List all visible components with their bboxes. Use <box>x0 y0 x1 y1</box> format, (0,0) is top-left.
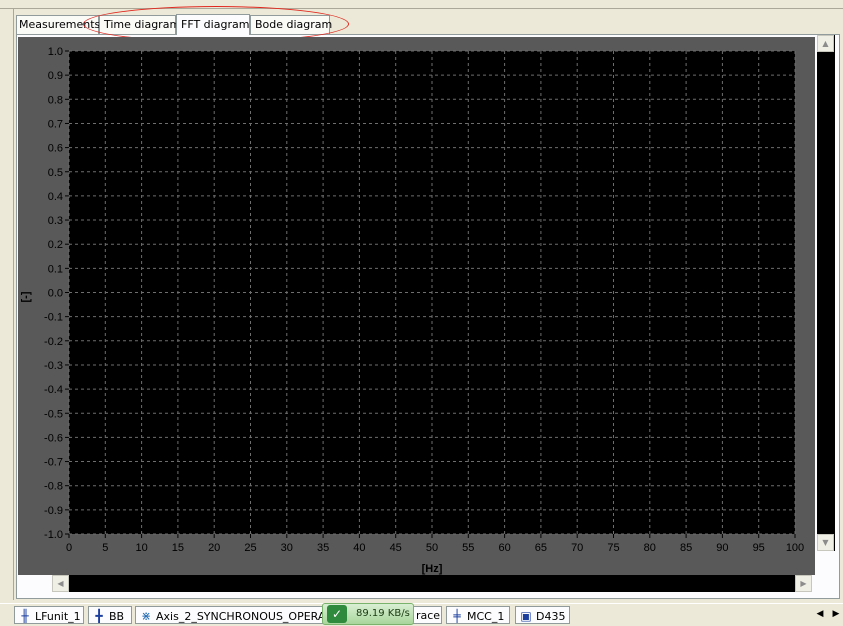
y-tick-label: -0.1 <box>44 312 63 324</box>
plus-bar-icon: ╋ <box>95 609 103 623</box>
y-tick-label: 0.6 <box>48 143 63 155</box>
x-tick-label: 90 <box>716 542 728 554</box>
y-tick-label: 1.0 <box>48 46 63 58</box>
x-tick-label: 0 <box>66 542 72 554</box>
fft-chart: 1.0 0.9 0.8 0.7 0.6 0.5 0.4 0.3 0.2 0.1 0.0 -0.1 -0.… <box>18 37 815 575</box>
scroll-up-icon[interactable]: ▲ <box>817 35 834 52</box>
vertical-scroll-track[interactable] <box>817 52 835 534</box>
x-tick-label: 50 <box>426 542 438 554</box>
x-tick-label: 70 <box>571 542 583 554</box>
axis-icon: ⋇ <box>140 609 152 623</box>
taskbar-item-mcc[interactable]: ╪ MCC_1 <box>446 606 510 624</box>
x-tick-label: 60 <box>498 542 510 554</box>
taskbar-item-trace[interactable]: race <box>412 606 442 624</box>
y-tick-label: 0.7 <box>48 118 63 130</box>
taskbar-prev-icon[interactable]: ◀ <box>813 606 827 622</box>
y-tick-label: 0.1 <box>48 263 63 275</box>
x-tick-label: 95 <box>753 542 765 554</box>
x-tick-label: 10 <box>135 542 147 554</box>
tab-fft-diagram[interactable]: FFT diagram <box>176 14 250 35</box>
scroll-right-icon[interactable]: ▶ <box>795 575 812 592</box>
x-tick-label: 55 <box>462 542 474 554</box>
taskbar-next-icon[interactable]: ▶ <box>829 606 843 622</box>
x-tick-label: 30 <box>281 542 293 554</box>
x-tick-label: 75 <box>607 542 619 554</box>
y-tick-label: -0.8 <box>44 481 63 493</box>
x-tick-label: 15 <box>172 542 184 554</box>
y-tick-label: -0.2 <box>44 336 63 348</box>
y-tick-label: -0.4 <box>44 384 63 396</box>
y-tick-label: -1.0 <box>44 529 63 541</box>
taskbar-item-axis[interactable]: ⋇ Axis_2_SYNCHRONOUS_OPERA <box>135 606 330 624</box>
scroll-left-icon[interactable]: ◀ <box>52 575 69 592</box>
y-tick-label: -0.7 <box>44 457 63 469</box>
window-taskbar: ╫ LFunit_1 ╋ BB ⋇ Axis_2_SYNCHRONOUS_OPERA … <box>0 603 843 626</box>
network-speed-text: 89.19 KB/s <box>356 608 410 619</box>
vertical-scrollbar[interactable]: ▲ ▼ <box>817 35 835 551</box>
tab-measurements[interactable]: Measurements <box>16 15 100 34</box>
y-tick-label: 0.0 <box>48 288 63 300</box>
scroll-down-icon[interactable]: ▼ <box>817 534 834 551</box>
y-tick-label: 0.8 <box>48 94 63 106</box>
x-tick-label: 85 <box>680 542 692 554</box>
taskbar-item-lfunit[interactable]: ╫ LFunit_1 <box>14 606 84 624</box>
y-tick-label: 0.2 <box>48 239 63 251</box>
x-tick-label: 65 <box>535 542 547 554</box>
tab-time-diagram[interactable]: Time diagram <box>99 15 180 34</box>
x-axis-label: [Hz] <box>422 563 443 575</box>
y-tick-label: 0.5 <box>48 167 63 179</box>
y-tick-label: 0.4 <box>48 191 63 203</box>
x-tick-label: 45 <box>390 542 402 554</box>
network-speed-overlay: ✓ 89.19 KB/s <box>322 603 414 625</box>
tab-bode-diagram[interactable]: Bode diagram <box>250 15 332 34</box>
y-axis-label: [-] <box>20 291 32 302</box>
network-leaf-icon: ✓ <box>327 605 347 623</box>
x-tick-label: 100 <box>786 542 804 554</box>
taskbar-item-d435[interactable]: ▣ D435 <box>515 606 570 624</box>
y-tick-label: -0.6 <box>44 432 63 444</box>
grid-lines <box>68 50 796 535</box>
x-tick-label: 5 <box>102 542 108 554</box>
y-tick-label: -0.5 <box>44 408 63 420</box>
drive-unit-icon: ╫ <box>21 609 29 623</box>
taskbar-item-bb[interactable]: ╋ BB <box>88 606 132 624</box>
x-tick-label: 40 <box>353 542 365 554</box>
x-tick-label: 80 <box>644 542 656 554</box>
y-tick-label: -0.3 <box>44 360 63 372</box>
device-icon: ▣ <box>520 609 532 623</box>
y-tick-label: 0.9 <box>48 70 63 82</box>
mcc-icon: ╪ <box>453 609 461 623</box>
y-tick-label: 0.3 <box>48 215 63 227</box>
x-tick-label: 25 <box>244 542 256 554</box>
x-tick-label: 20 <box>208 542 220 554</box>
y-tick-label: -0.9 <box>44 505 63 517</box>
horizontal-scrollbar[interactable]: ◀ ▶ <box>52 575 812 592</box>
tab-bar: Measurements Time diagram FFT diagram Bo… <box>16 12 332 35</box>
x-tick-label: 35 <box>317 542 329 554</box>
